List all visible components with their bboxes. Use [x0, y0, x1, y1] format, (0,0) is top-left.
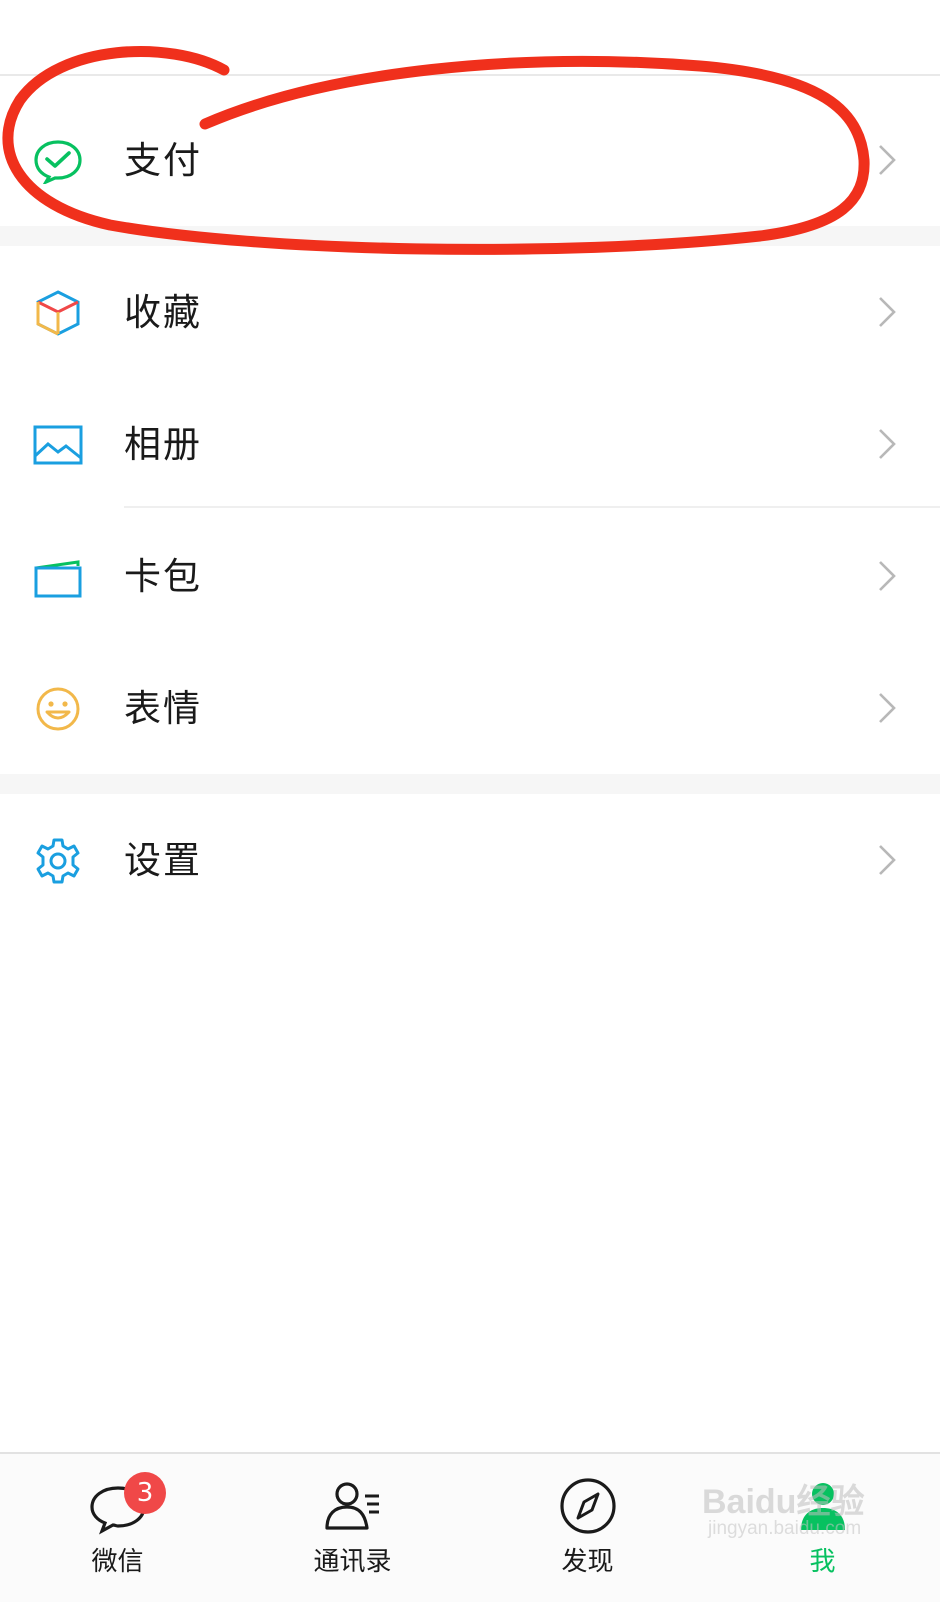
smiley-face-icon — [32, 686, 84, 732]
album-picture-icon — [32, 422, 84, 468]
chevron-right-icon — [876, 142, 898, 178]
chevron-right-icon — [876, 294, 898, 330]
gear-icon — [32, 838, 84, 884]
group-separator — [0, 226, 940, 246]
menu-item-settings[interactable]: 设置 — [0, 794, 940, 926]
tab-contacts[interactable]: 通讯录 — [235, 1454, 470, 1602]
compass-icon — [556, 1474, 620, 1538]
chevron-right-icon — [876, 690, 898, 726]
baidu-watermark: Baidu经验 jingyan.baidu.com — [702, 1470, 902, 1560]
top-blank-area — [0, 0, 940, 74]
menu-item-label: 表情 — [124, 687, 202, 730]
menu-item-favorites[interactable]: 收藏 — [0, 246, 940, 378]
card-wallet-icon — [32, 554, 84, 600]
menu-item-stickers[interactable]: 表情 — [0, 642, 940, 774]
tab-discover[interactable]: 发现 — [470, 1454, 705, 1602]
menu-item-label: 相册 — [124, 423, 202, 466]
watermark-url: jingyan.baidu.com — [708, 1518, 862, 1539]
tab-label: 微信 — [91, 1547, 144, 1577]
menu-item-label: 收藏 — [124, 291, 202, 334]
favorites-cube-icon — [32, 290, 84, 336]
menu-item-pay[interactable]: 支付 — [0, 94, 940, 226]
tab-label: 发现 — [561, 1547, 614, 1577]
row-divider — [124, 506, 940, 508]
tab-chats[interactable]: 3 微信 — [0, 1454, 235, 1602]
group-separator — [0, 774, 940, 794]
chevron-right-icon — [876, 558, 898, 594]
contacts-icon — [321, 1474, 385, 1538]
chevron-right-icon — [876, 426, 898, 462]
watermark-brand: Baidu经验 — [702, 1483, 865, 1521]
menu-item-card-wallet[interactable]: 卡包 — [0, 510, 940, 642]
menu-item-label: 设置 — [124, 839, 202, 882]
menu-item-album[interactable]: 相册 — [0, 378, 940, 510]
top-divider — [0, 74, 940, 76]
unread-badge: 3 — [124, 1472, 166, 1514]
chevron-right-icon — [876, 842, 898, 878]
menu-item-label: 卡包 — [124, 555, 202, 598]
menu-item-label: 支付 — [124, 139, 202, 182]
tab-label: 通讯录 — [313, 1547, 392, 1577]
wechat-pay-icon — [32, 138, 84, 184]
